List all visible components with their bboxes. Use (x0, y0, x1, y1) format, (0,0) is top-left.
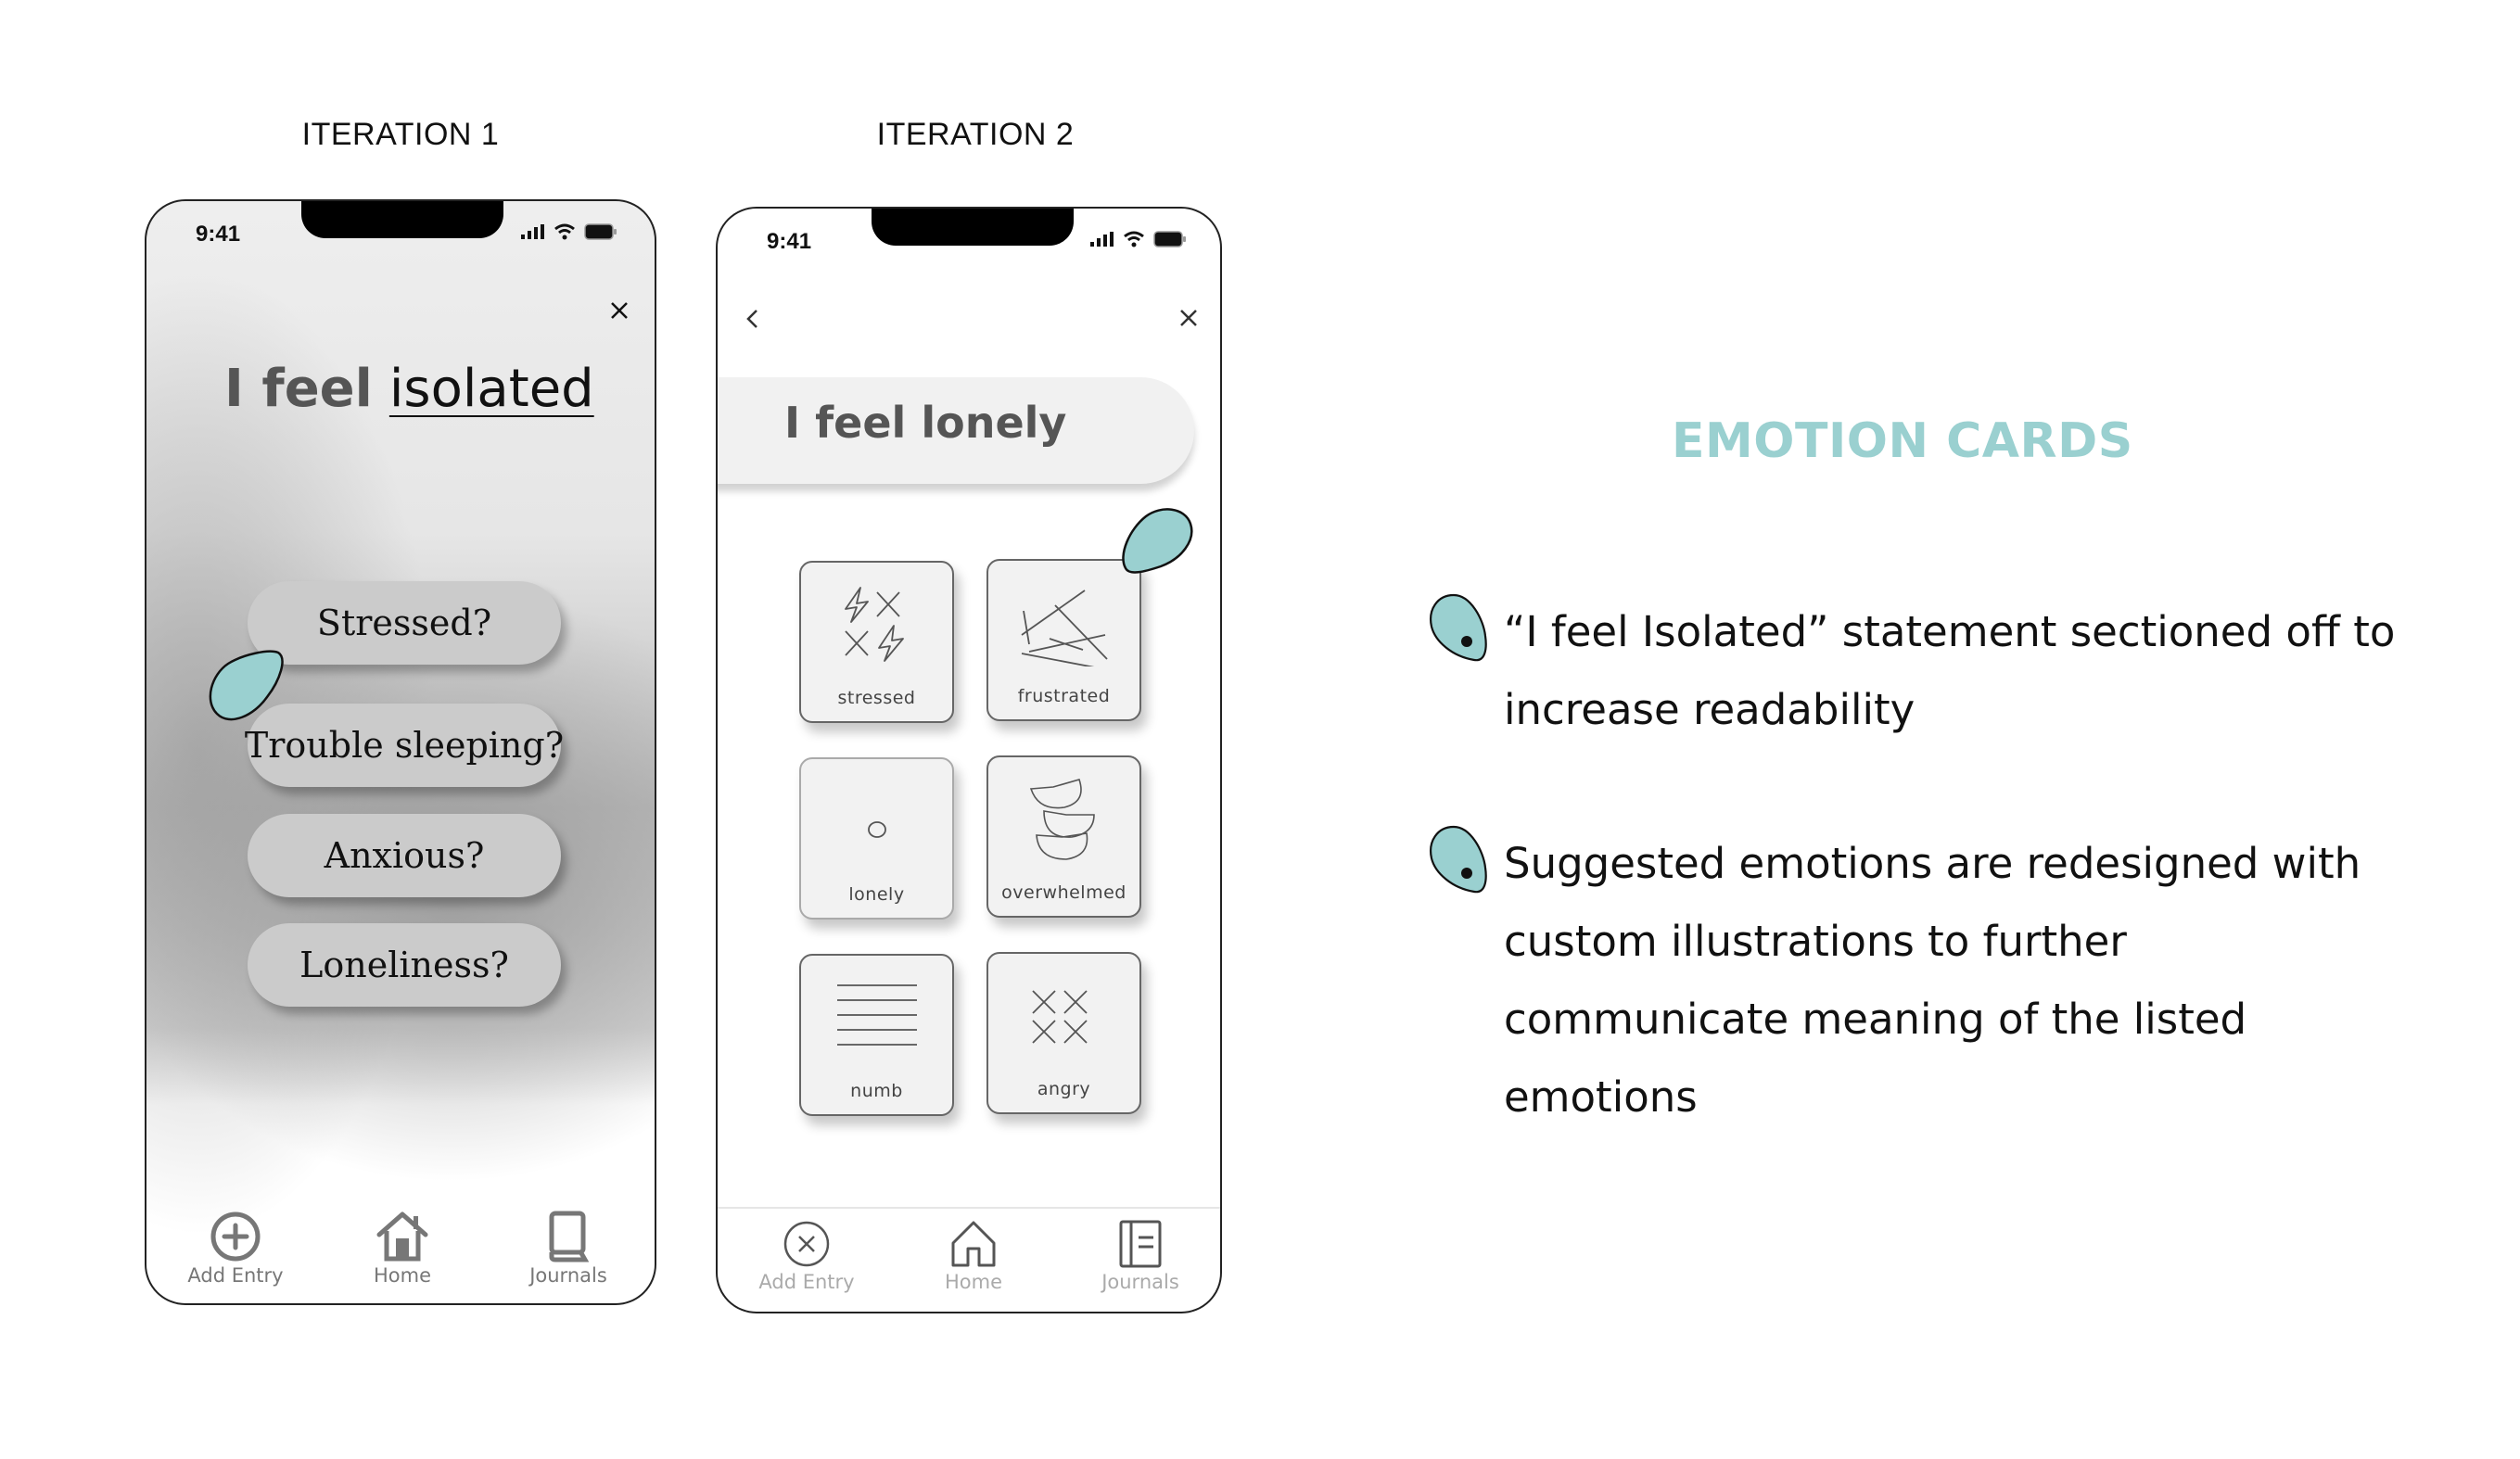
wifi-icon (554, 223, 575, 240)
emotion-card-angry[interactable]: angry (986, 952, 1141, 1114)
home-icon (951, 1221, 996, 1267)
close-circle-icon (783, 1221, 830, 1267)
tab-label: Add Entry (758, 1271, 855, 1293)
section-title: EMOTION CARDS (1672, 413, 2133, 469)
signal-icon (1090, 232, 1114, 247)
iteration-2-label: ITERATION 2 (876, 117, 1075, 152)
emotion-card-frustrated[interactable]: frustrated (986, 559, 1141, 721)
battery-icon (584, 223, 617, 240)
status-icons (1090, 231, 1187, 247)
iteration-1-label: ITERATION 1 (301, 117, 500, 152)
card-label: frustrated (1017, 686, 1111, 706)
tangled-lines-icon (1020, 590, 1108, 666)
tab-bar-divider (718, 1207, 1220, 1209)
headline-emotion-word[interactable]: isolated (389, 359, 594, 419)
signal-icon (521, 224, 544, 239)
journal-icon (1119, 1220, 1162, 1268)
crosses-icon (1031, 990, 1088, 1044)
bullet-text: “I feel Isolated” statement sectioned of… (1504, 607, 2396, 734)
phone-notch (872, 209, 1074, 246)
annotation-marker-icon (1122, 508, 1193, 574)
phone-notch (301, 201, 503, 238)
emotion-card-overwhelmed[interactable]: overwhelmed (986, 755, 1141, 918)
tab-label: Home (373, 1264, 431, 1287)
bullet-marker-icon (1430, 825, 1487, 894)
small-circle-icon (867, 821, 886, 838)
close-icon[interactable] (606, 298, 632, 324)
headline-lead: I feel (224, 359, 373, 419)
phone-iteration-2: 9:41 I feel lonely stressed frustrated l… (716, 207, 1222, 1313)
book-icon (549, 1211, 589, 1262)
card-label: lonely (848, 884, 905, 905)
tab-home[interactable]: Home (909, 1219, 1038, 1293)
suggestion-pill-loneliness[interactable]: Loneliness? (248, 923, 561, 1007)
tab-add-entry[interactable]: Add Entry (742, 1219, 872, 1293)
tab-label: Home (944, 1271, 1002, 1293)
card-label: angry (1037, 1079, 1091, 1099)
add-circle-icon (210, 1212, 261, 1262)
tab-home[interactable]: Home (337, 1211, 467, 1287)
suggestion-pill-trouble-sleeping[interactable]: Trouble sleeping? (245, 704, 564, 787)
bullet-text: Suggested emotions are redesigned with c… (1504, 839, 2361, 1122)
tab-label: Journals (1101, 1271, 1179, 1293)
suggestion-pill-anxious[interactable]: Anxious? (248, 814, 561, 897)
emotion-card-numb[interactable]: numb (799, 954, 954, 1116)
tab-add-entry[interactable]: Add Entry (171, 1211, 300, 1287)
status-time: 9:41 (767, 229, 812, 254)
annotation-marker-icon (209, 650, 284, 721)
tab-journals[interactable]: Journals (503, 1211, 633, 1287)
battery-icon (1153, 231, 1186, 247)
phone-iteration-1: 9:41 I feel isolated Stressed? Trouble sl… (145, 199, 656, 1305)
feeling-headline: I feel isolated (224, 359, 594, 419)
status-icons (521, 223, 617, 240)
tab-journals[interactable]: Journals (1075, 1219, 1205, 1293)
home-icon (376, 1212, 428, 1262)
tab-bar: Add Entry Home Journals (718, 1210, 1220, 1312)
chevron-left-icon[interactable] (742, 305, 764, 333)
bullet-marker-icon (1430, 593, 1487, 662)
tab-label: Add Entry (187, 1264, 284, 1287)
lightning-cross-icon (844, 587, 904, 662)
flat-lines-icon (836, 984, 917, 1046)
tab-bar: Add Entry Home Journals (146, 1201, 655, 1303)
status-time: 9:41 (196, 222, 241, 247)
emotion-card-lonely[interactable]: lonely (799, 757, 954, 920)
emotion-card-stressed[interactable]: stressed (799, 561, 954, 723)
wifi-icon (1124, 231, 1144, 247)
tab-label: Journals (529, 1264, 607, 1287)
card-label: stressed (837, 688, 916, 708)
feeling-header-text: I feel lonely (784, 398, 1067, 448)
card-label: overwhelmed (1001, 882, 1126, 903)
close-icon[interactable] (1176, 305, 1202, 331)
stacked-bowls-icon (1029, 779, 1095, 860)
feeling-header-card: I feel lonely (718, 377, 1194, 484)
suggestion-pill-stressed[interactable]: Stressed? (248, 581, 561, 665)
card-label: numb (850, 1081, 903, 1101)
